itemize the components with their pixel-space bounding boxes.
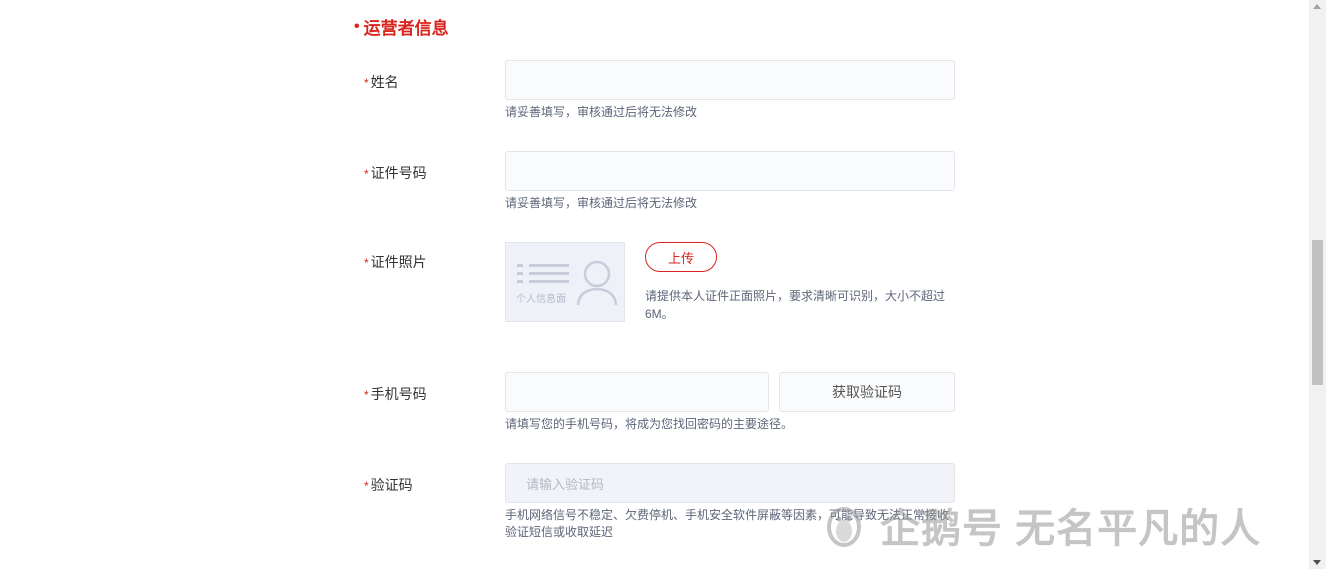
id-number-label-text: 证件号码: [370, 165, 427, 181]
id-photo-label-text: 证件照片: [370, 254, 427, 270]
id-photo-label: * 证件照片: [364, 252, 427, 272]
required-mark: *: [364, 167, 369, 181]
section-title: • 运营者信息: [354, 14, 449, 39]
verify-code-label-text: 验证码: [370, 477, 413, 493]
id-number-label: * 证件号码: [364, 163, 427, 183]
name-hint: 请妥善填写，审核通过后将无法修改: [505, 105, 698, 119]
verify-code-label: * 验证码: [364, 475, 413, 495]
scroll-up-arrow-icon[interactable]: [1313, 4, 1321, 9]
scroll-down-arrow-icon[interactable]: [1313, 560, 1321, 565]
id-card-icon: [517, 260, 618, 306]
required-mark: *: [364, 76, 369, 90]
name-label: * 姓名: [364, 72, 399, 92]
section-title-text: 运营者信息: [363, 19, 449, 38]
verify-code-hint: 手机网络信号不稳定、欠费停机、手机安全软件屏蔽等因素，可能导致无法正常接收验证短…: [505, 508, 950, 539]
required-mark: *: [364, 479, 369, 493]
scroll-thumb[interactable]: [1312, 240, 1323, 385]
phone-hint: 请填写您的手机号码，将成为您找回密码的主要途径。: [505, 417, 794, 431]
id-photo-preview[interactable]: 个人信息面: [505, 242, 625, 322]
vertical-scrollbar[interactable]: [1309, 0, 1326, 569]
name-label-text: 姓名: [370, 74, 399, 90]
phone-input[interactable]: [505, 372, 769, 412]
verify-code-placeholder: 请输入验证码: [526, 476, 605, 492]
required-mark: *: [364, 388, 369, 402]
upload-button[interactable]: 上传: [645, 242, 717, 272]
get-code-button[interactable]: 获取验证码: [779, 372, 955, 412]
section-bullet: •: [354, 17, 360, 35]
id-photo-caption: 个人信息面: [516, 294, 566, 305]
phone-label: * 手机号码: [364, 384, 427, 404]
id-number-hint: 请妥善填写，审核通过后将无法修改: [505, 196, 698, 210]
phone-label-text: 手机号码: [370, 386, 427, 402]
id-photo-hint: 请提供本人证件正面照片，要求清晰可识别，大小不超过6M。: [645, 289, 946, 321]
verify-code-input[interactable]: 请输入验证码: [505, 463, 955, 503]
required-mark: *: [364, 256, 369, 270]
name-input[interactable]: [505, 60, 955, 100]
id-number-input[interactable]: [505, 151, 955, 191]
